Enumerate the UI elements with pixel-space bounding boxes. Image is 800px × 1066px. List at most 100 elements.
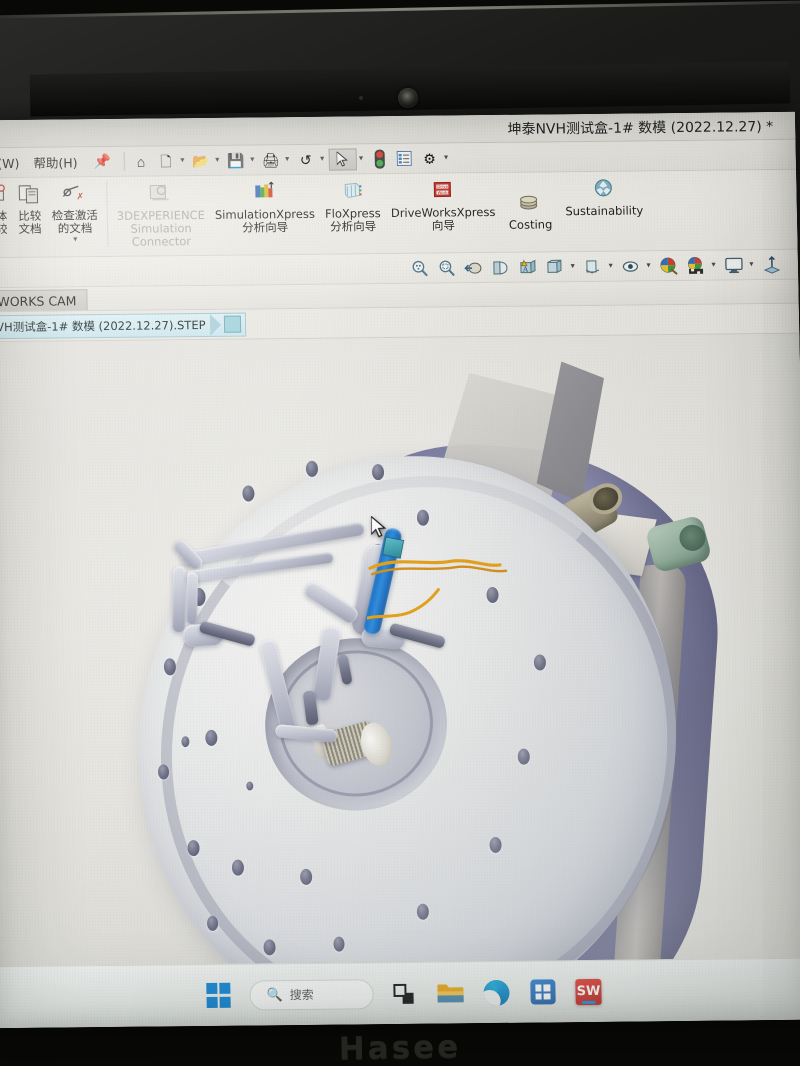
appearance-glyph (660, 257, 678, 275)
file-explorer-button[interactable] (435, 978, 466, 1008)
driveworksxpress-label: DriveWorksXpress 向导 (390, 204, 496, 233)
document-tab[interactable]: 泰NVH测试盒-1# 数模 (2022.12.27).STEP (0, 312, 246, 339)
model-bolt-hole (242, 485, 255, 502)
document-tab-label: 泰NVH测试盒-1# 数模 (2022.12.27).STEP (0, 317, 206, 334)
select-chevron-down-icon[interactable]: ▼ (358, 155, 367, 162)
view-orientation-icon[interactable]: A (515, 255, 540, 279)
open-folder-icon[interactable]: 📂 (189, 149, 213, 171)
compare-documents-glyph (18, 185, 39, 204)
new-document-icon[interactable]: 🗋 (154, 150, 178, 172)
simulationxpress-wizard-button[interactable]: SimulationXpress 分析向导 (209, 179, 320, 237)
webcam-mic-icon (359, 96, 363, 100)
start-button[interactable] (203, 980, 234, 1010)
check-active-document-button[interactable]: ✗ 检查激活 的文档 ▼ (46, 181, 103, 246)
compare-documents-label: 比较 文档 (18, 208, 42, 236)
sustainability-button[interactable]: Sustainability (560, 175, 649, 220)
model-bolt-hole (299, 868, 313, 885)
model-bracket-left-leg[interactable] (172, 566, 187, 633)
section-view-icon[interactable] (488, 255, 513, 279)
laptop-screen: 坤泰NVH测试盒-1# 数模 (2022.12.27) * 口(W) 帮助(H)… (0, 111, 800, 1029)
display-style-icon[interactable] (542, 255, 567, 279)
rebuild-traffic-light-icon[interactable] (367, 148, 391, 170)
model-bolt-hole (231, 859, 245, 876)
floxpress-wizard-button[interactable]: FloXpress 分析向导 (319, 178, 386, 236)
undo-chevron-down-icon[interactable]: ▼ (319, 156, 328, 163)
check-active-glyph: ✗ (62, 185, 84, 202)
model-bolt-hole (416, 509, 430, 526)
document-tab-thumbnail[interactable] (223, 315, 241, 333)
undo-icon[interactable]: ↺ (293, 148, 317, 170)
microsoft-edge-button[interactable] (481, 977, 512, 1007)
zoom-to-area-icon[interactable] (434, 256, 459, 280)
axis-glyph (763, 255, 780, 274)
zoom-to-fit-icon[interactable] (407, 256, 432, 280)
ribbon-group-compare: 实体 比较 比较 文档 ✗ 检查激活 的文档 ▼ (0, 181, 103, 246)
view-orientation-glyph: A (520, 259, 536, 273)
check-active-chevron-down-icon[interactable]: ▼ (72, 236, 79, 243)
svg-text:✗: ✗ (76, 192, 84, 202)
pin-icon[interactable]: 📌 (84, 153, 120, 170)
model-bracket-inner-leg[interactable] (186, 572, 198, 625)
view-settings-icon[interactable] (721, 253, 746, 277)
3dexperience-simulation-connector-button[interactable]: 3DEXPERIENCE Simulation Connector (111, 180, 210, 251)
compare-bodies-label: 实体 比较 (0, 209, 8, 237)
print-chevron-down-icon[interactable]: ▼ (284, 156, 293, 163)
view-settings-chevron-down-icon[interactable]: ▼ (748, 261, 757, 268)
microsoft-store-button[interactable] (527, 977, 558, 1007)
home-icon[interactable]: ⌂ (129, 150, 153, 172)
ribbon-separator (106, 181, 109, 248)
model-bolt-hole (187, 840, 200, 857)
model-bolt-hole (263, 939, 276, 956)
save-icon[interactable]: 💾 (224, 149, 248, 171)
edit-appearance-icon[interactable] (656, 254, 681, 278)
simulationxpress-label: SimulationXpress 分析向导 (214, 206, 316, 235)
hide-show-chevron-down-icon[interactable]: ▼ (607, 263, 616, 270)
settings-gear-icon[interactable]: ⚙ (417, 147, 441, 169)
solidworks-logo-label: SW (576, 983, 601, 1000)
sustainability-icon (592, 178, 617, 204)
3dexperience-glyph (149, 184, 169, 201)
eye-chevron-down-icon[interactable]: ▼ (645, 262, 654, 269)
zoom-area-glyph (439, 260, 455, 276)
tab-solidworks-cam[interactable]: OWORKS CAM (0, 289, 88, 312)
search-input[interactable]: 🔍 搜索 (249, 978, 374, 1011)
model-bolt-hole (163, 658, 177, 676)
model-wire-harness (365, 559, 508, 624)
settings-chevron-down-icon[interactable]: ▼ (443, 154, 452, 161)
task-view-button[interactable] (389, 978, 420, 1008)
svg-text:A: A (522, 265, 529, 273)
menu-item-window[interactable]: 口(W) (0, 153, 27, 173)
toolbar-separator (123, 151, 126, 171)
new-document-chevron-down-icon[interactable]: ▼ (179, 157, 188, 164)
task-view-icon (393, 983, 415, 1004)
costing-button[interactable]: Costing (500, 176, 561, 234)
scene-chevron-down-icon[interactable]: ▼ (710, 262, 719, 269)
menu-item-help[interactable]: 帮助(H) (26, 152, 85, 172)
axis-orientation-icon[interactable] (759, 252, 784, 276)
driveworksxpress-wizard-button[interactable]: Drive Works DriveWorksXpress 向导 (385, 177, 501, 235)
zoom-fit-glyph (412, 260, 428, 276)
select-arrow-icon[interactable] (328, 147, 357, 171)
model-bolt-hole (517, 748, 530, 765)
hide-show-items-icon[interactable] (580, 254, 605, 278)
document-tab-arrow-icon (209, 313, 221, 336)
svg-text:Works: Works (438, 190, 450, 195)
solidworks-button[interactable]: SW (573, 976, 604, 1006)
apply-scene-icon[interactable] (683, 253, 708, 277)
edge-icon (483, 979, 510, 1006)
display-style-chevron-down-icon[interactable]: ▼ (569, 263, 578, 270)
save-chevron-down-icon[interactable]: ▼ (249, 156, 258, 163)
model-bolt-hole (205, 729, 218, 746)
graphics-viewport[interactable] (0, 333, 800, 967)
open-chevron-down-icon[interactable]: ▼ (214, 157, 223, 164)
costing-label: Costing (508, 217, 553, 232)
store-icon (529, 979, 556, 1005)
floxpress-icon (340, 180, 365, 206)
compare-bodies-button[interactable]: 实体 比较 (0, 182, 13, 238)
print-icon[interactable]: 🖨 (259, 149, 283, 171)
model-bolt-hole (181, 736, 190, 748)
options-list-icon[interactable] (392, 147, 416, 169)
previous-view-icon[interactable] (461, 256, 486, 280)
hide-show-eye-icon[interactable] (618, 254, 643, 278)
compare-documents-button[interactable]: 比较 文档 (12, 182, 47, 238)
